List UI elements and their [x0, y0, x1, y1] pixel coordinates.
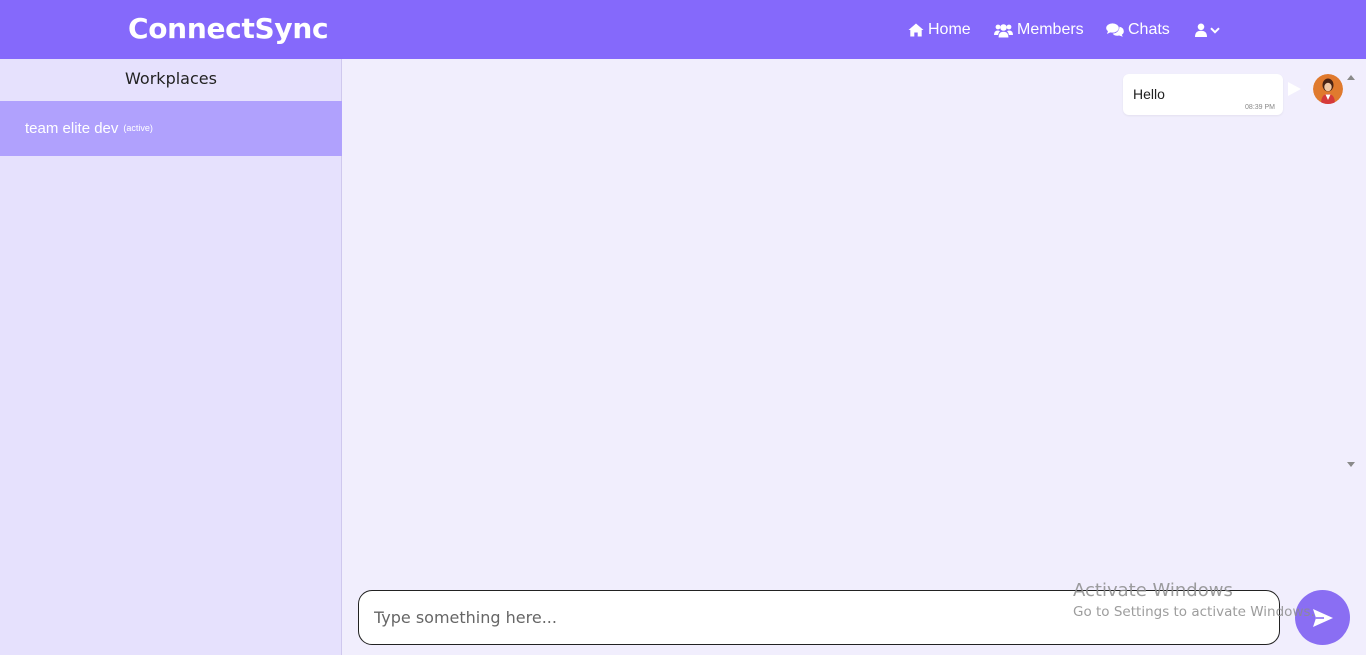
message-time: 08:39 PM	[1245, 104, 1275, 111]
sidebar-title: Workplaces	[125, 69, 217, 88]
message-bubble-tail	[1288, 82, 1301, 96]
chevron-down-icon	[1210, 26, 1220, 34]
user-icon	[1195, 23, 1207, 37]
send-icon	[1312, 608, 1333, 627]
scroll-down-arrow[interactable]	[1347, 462, 1355, 467]
workplace-name: team elite dev	[25, 120, 119, 137]
home-icon	[908, 23, 924, 37]
users-icon	[994, 23, 1013, 37]
send-button[interactable]	[1295, 590, 1350, 645]
avatar	[1313, 74, 1343, 104]
nav-home-link[interactable]: Home	[908, 19, 971, 41]
nav-chats-link[interactable]: Chats	[1106, 19, 1170, 41]
nav-members-label: Members	[1017, 21, 1084, 38]
nav-members-link[interactable]: Members	[994, 19, 1084, 41]
user-menu-toggle[interactable]	[1195, 19, 1220, 41]
workplaces-sidebar: Workplaces team elite dev (active)	[0, 59, 342, 655]
workplace-status-badge: (active)	[123, 122, 153, 133]
message-composer	[343, 579, 1366, 655]
message-bubble: Hello 08:39 PM	[1123, 74, 1283, 115]
nav-chats-label: Chats	[1128, 21, 1170, 38]
comments-icon	[1106, 23, 1124, 37]
nav-home-label: Home	[928, 21, 971, 38]
top-navbar: ConnectSync Home Members Chats	[0, 0, 1366, 59]
message-input[interactable]	[358, 590, 1280, 645]
brand-logo[interactable]: ConnectSync	[128, 12, 329, 45]
workplace-item-active[interactable]: team elite dev (active)	[0, 101, 342, 156]
message-text: Hello	[1133, 86, 1165, 102]
scroll-up-arrow[interactable]	[1347, 75, 1355, 80]
chat-messages-area[interactable]: Hello 08:39 PM	[343, 59, 1366, 579]
